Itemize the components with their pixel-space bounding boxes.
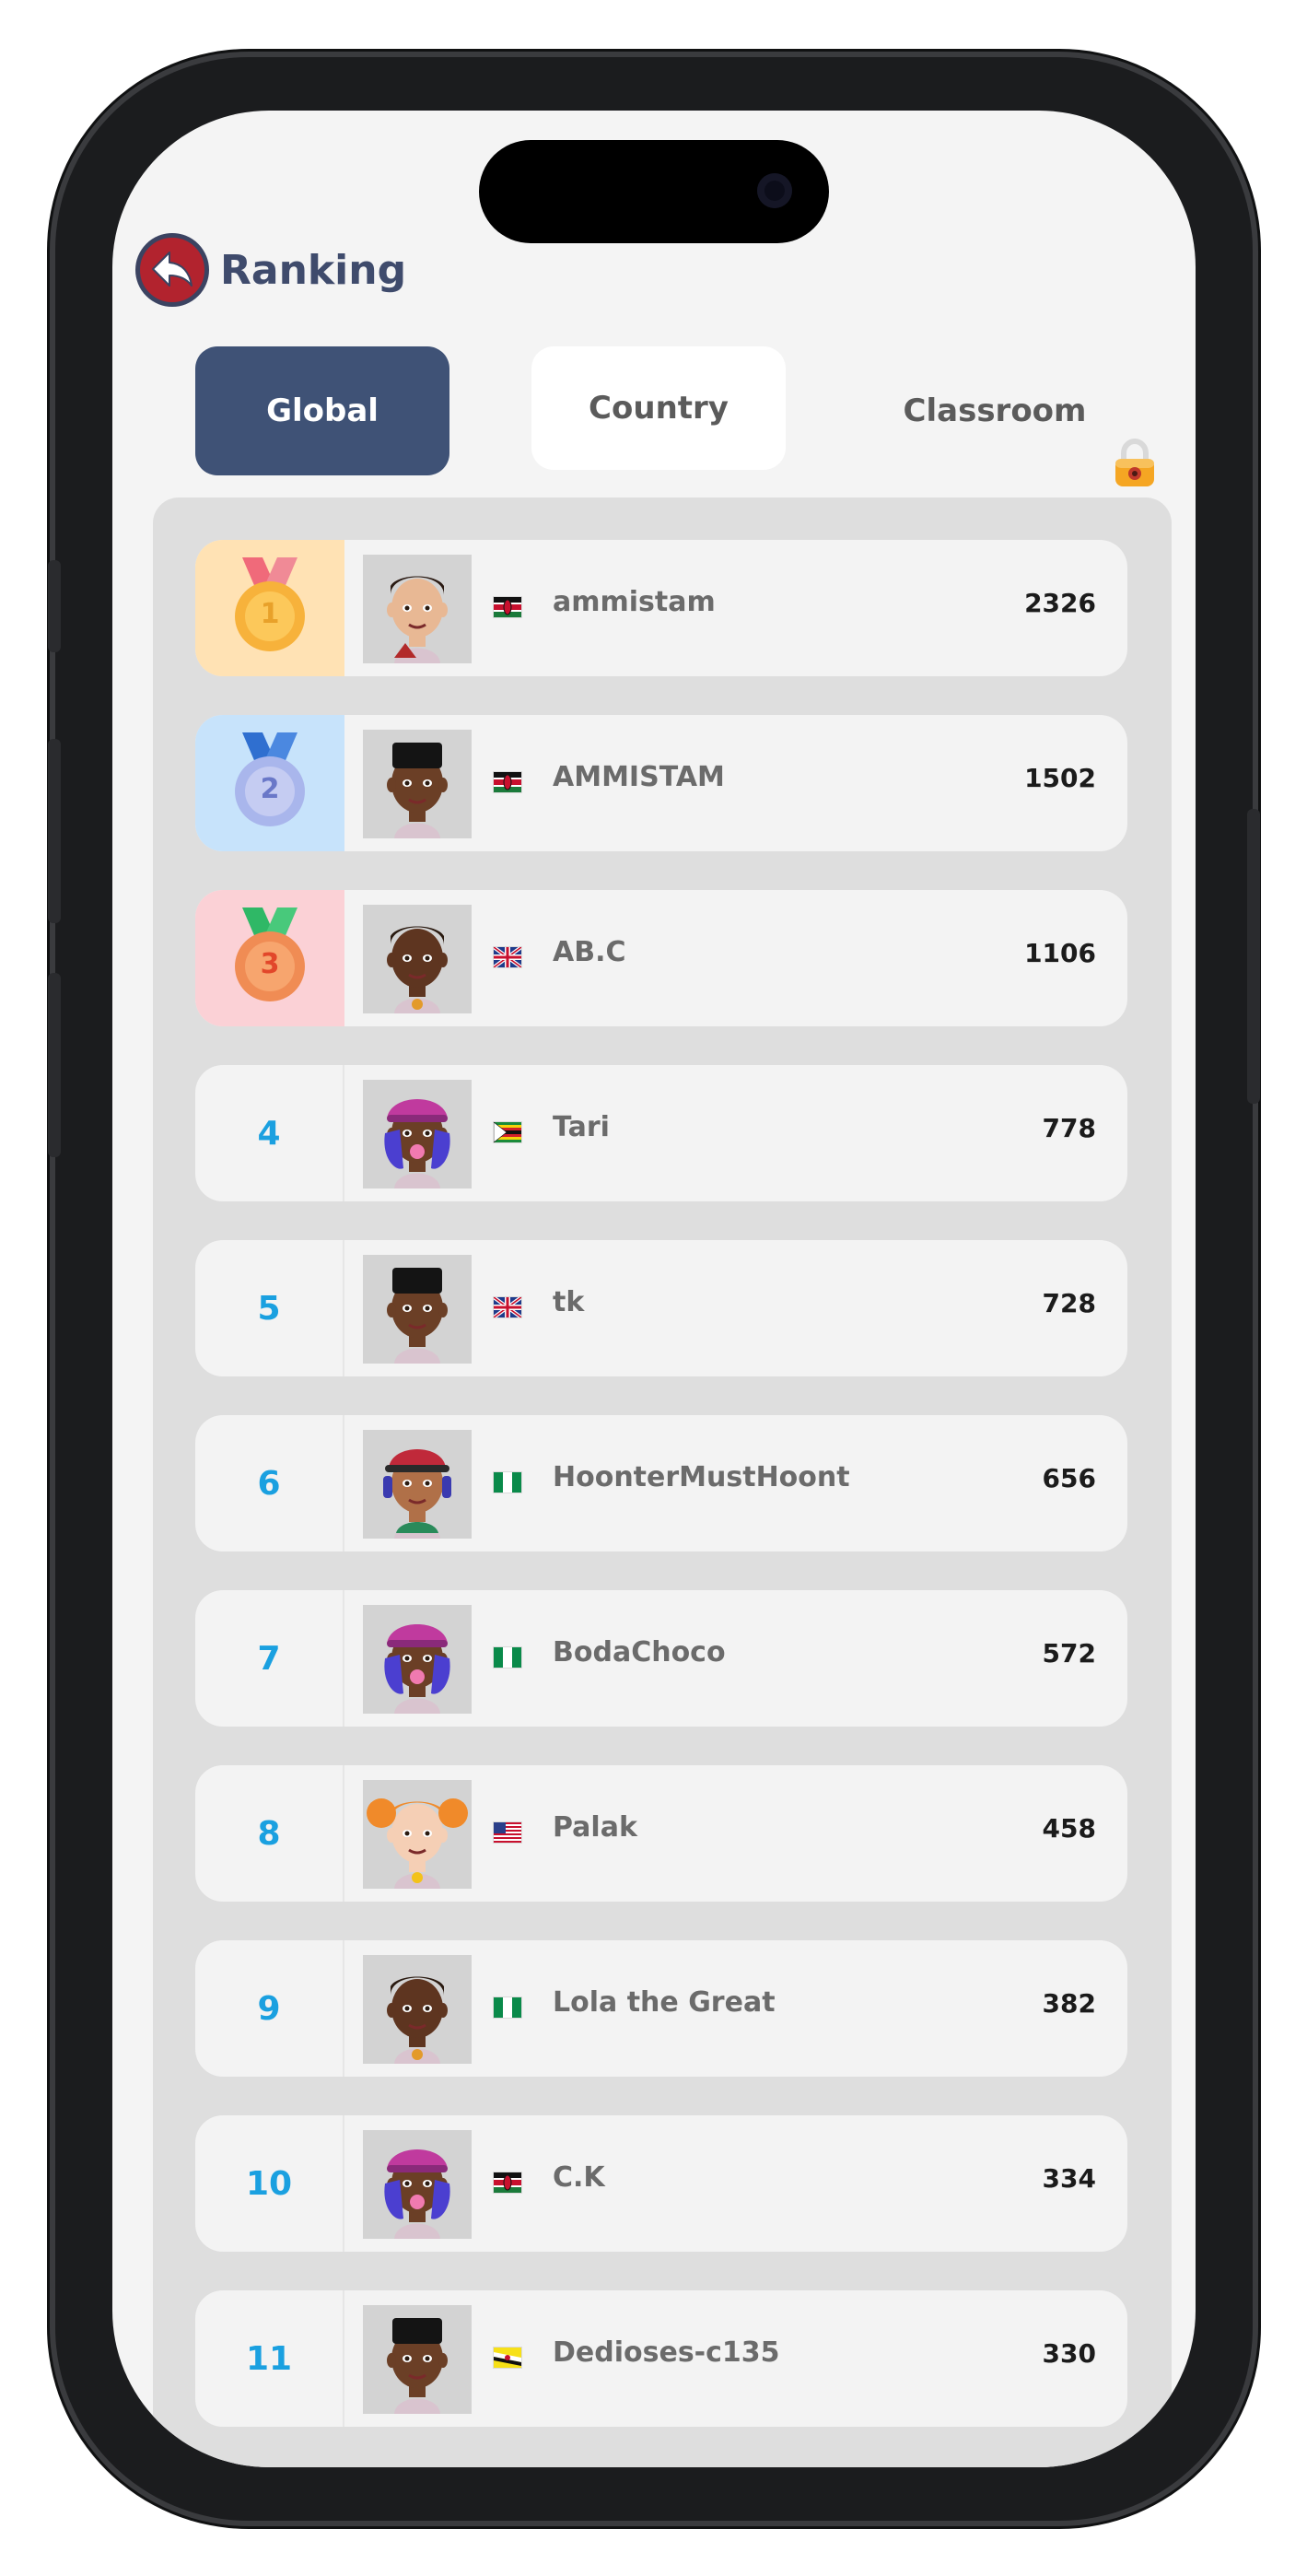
leaderboard-row[interactable]: 7 BodaChoco 572 (195, 1590, 1127, 1727)
flag-uk-icon (492, 945, 523, 969)
player-name: tk (553, 1286, 585, 1318)
back-button[interactable] (135, 233, 209, 307)
silver-medal-icon: 2 (226, 729, 314, 830)
player-name: C.K (553, 2161, 605, 2194)
lock-icon (1115, 439, 1154, 486)
girl-cap-blue-hair-avatar[interactable] (363, 1605, 472, 1714)
boy-flat-top-avatar[interactable] (363, 1255, 472, 1364)
rank-number: 3 (260, 948, 280, 980)
rank-cell: 2 (195, 715, 344, 851)
flag-nigeria-icon (494, 1472, 521, 1493)
ranking-tabs: Global Country Classroom (112, 346, 1196, 475)
rank-cell: 5 (195, 1240, 344, 1376)
rank-cell: 11 (195, 2290, 344, 2427)
page-title: Ranking (220, 246, 407, 294)
boy-flat-top-avatar[interactable] (363, 2305, 472, 2414)
flag-nigeria-icon (494, 1647, 521, 1668)
phone-frame: Ranking Global Country Classroom 1 ammist… (48, 57, 1260, 2521)
leaderboard-row[interactable]: 2 AMMISTAM 1502 (195, 715, 1127, 851)
flag-kenya-icon (494, 597, 521, 617)
back-arrow-icon (152, 252, 193, 287)
tab-country[interactable]: Country (531, 346, 786, 470)
player-score: 458 (1042, 1813, 1096, 1844)
player-score: 382 (1042, 1988, 1096, 2019)
player-score: 2326 (1024, 588, 1096, 618)
player-name: Tari (553, 1111, 610, 1143)
rank-cell: 7 (195, 1590, 344, 1727)
girl-cap-blue-hair-avatar[interactable] (363, 1080, 472, 1188)
player-name: Palak (553, 1811, 637, 1844)
volume-up-button (48, 739, 61, 923)
player-name: BodaChoco (553, 1636, 726, 1669)
player-score: 778 (1042, 1113, 1096, 1143)
player-name: ammistam (553, 586, 716, 618)
player-score: 728 (1042, 1288, 1096, 1318)
girl-curly-hair-avatar[interactable] (363, 905, 472, 1013)
leaderboard-row[interactable]: 11 Dedioses-c135 330 (195, 2290, 1127, 2427)
rank-cell: 1 (195, 540, 344, 676)
player-name: Dedioses-c135 (553, 2336, 780, 2369)
volume-down-button (48, 973, 61, 1157)
action-button (48, 560, 61, 652)
flag-usa-icon (494, 1822, 521, 1843)
girl-cap-blue-hair-avatar[interactable] (363, 2130, 472, 2239)
player-name: HoonterMustHoont (553, 1461, 850, 1493)
rank-cell: 4 (195, 1065, 344, 1201)
tab-classroom[interactable]: Classroom (868, 346, 1122, 475)
leaderboard-row[interactable]: 4 Tari 778 (195, 1065, 1127, 1201)
power-button (1247, 809, 1260, 1104)
leaderboard-row[interactable]: 9 Lola the Great 382 (195, 1940, 1127, 2077)
rank-cell: 10 (195, 2115, 344, 2252)
girl-orange-pigtails-avatar[interactable] (363, 1780, 472, 1889)
player-score: 334 (1042, 2163, 1096, 2194)
boy-flat-top-avatar[interactable] (363, 730, 472, 838)
leaderboard-row[interactable]: 6 HoonterMustHoont 656 (195, 1415, 1127, 1551)
dynamic-island (479, 140, 829, 243)
bronze-medal-icon: 3 (226, 904, 314, 1005)
flag-zimbabwe-icon (493, 1121, 521, 1143)
player-name: AB.C (553, 936, 626, 968)
player-score: 330 (1042, 2338, 1096, 2369)
leaderboard-row[interactable]: 8 Palak 458 (195, 1765, 1127, 1902)
flag-kenya-icon (494, 772, 521, 792)
rank-number: 2 (260, 773, 280, 805)
rank-number: 1 (260, 598, 280, 630)
rank-cell: 8 (195, 1765, 344, 1902)
flag-kenya-icon (494, 2172, 521, 2193)
player-name: AMMISTAM (553, 761, 725, 793)
boy-curly-hair-avatar[interactable] (363, 555, 472, 663)
front-camera (757, 173, 792, 208)
player-score: 656 (1042, 1463, 1096, 1493)
leaderboard: 1 ammistam 2326 2 AMMISTAM 1502 3 AB.C 1106 4 Tari… (153, 498, 1172, 2467)
player-score: 1502 (1024, 763, 1096, 793)
app-screen: Ranking Global Country Classroom 1 ammist… (112, 111, 1196, 2467)
rank-cell: 6 (195, 1415, 344, 1551)
flag-nigeria-icon (494, 1997, 521, 2018)
gold-medal-icon: 1 (226, 554, 314, 655)
player-name: Lola the Great (553, 1986, 776, 2019)
leaderboard-row[interactable]: 1 ammistam 2326 (195, 540, 1127, 676)
header: Ranking (135, 228, 406, 311)
player-score: 572 (1042, 1638, 1096, 1669)
leaderboard-row[interactable]: 10 C.K 334 (195, 2115, 1127, 2252)
flag-brunei-icon (494, 2348, 521, 2368)
flag-uk-icon (492, 1295, 523, 1319)
boy-red-cap-avatar[interactable] (363, 1430, 472, 1539)
player-score: 1106 (1024, 938, 1096, 968)
rank-cell: 9 (195, 1940, 344, 2077)
tab-global[interactable]: Global (195, 346, 449, 475)
leaderboard-row[interactable]: 5 tk 728 (195, 1240, 1127, 1376)
girl-curly-hair-avatar[interactable] (363, 1955, 472, 2064)
rank-cell: 3 (195, 890, 344, 1026)
leaderboard-row[interactable]: 3 AB.C 1106 (195, 890, 1127, 1026)
